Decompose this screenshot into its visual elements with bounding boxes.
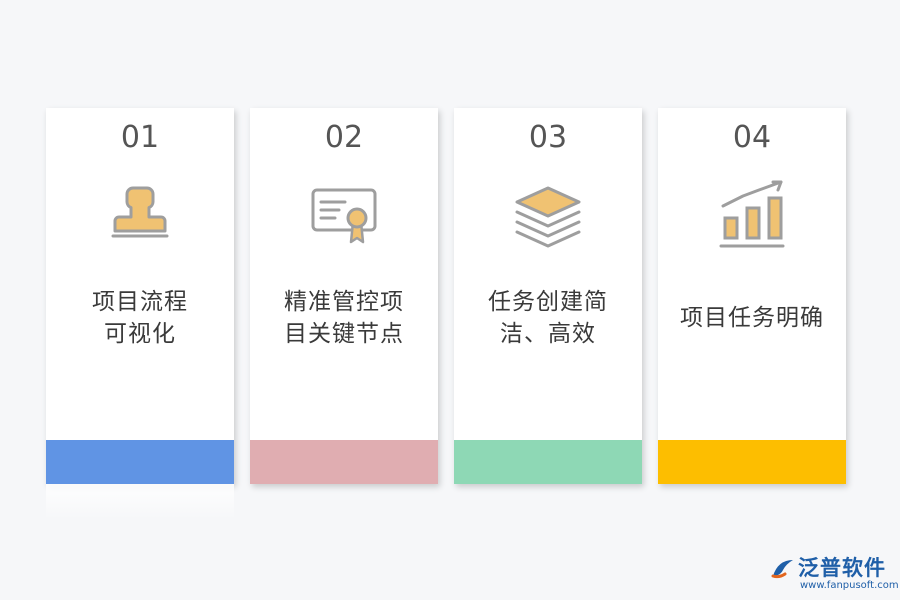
feature-card-3: 03 任务创建简 洁、高效 [454,108,642,484]
card-title-line-1: 精准管控项 [284,289,404,315]
card-title-line-2: 洁、高效 [500,321,596,347]
card-reflection [46,484,234,520]
card-title-line-1: 任务创建简 [488,289,608,315]
card-title-line-2: 目关键节点 [284,321,404,347]
logo-url: www.fanpusoft.com [800,580,899,591]
card-color-bar [454,440,642,484]
card-number: 03 [528,120,568,155]
card-color-bar [46,440,234,484]
card-color-bar [250,440,438,484]
card-title: 项目任务明确 [668,302,836,334]
card-number: 02 [324,120,364,155]
card-title: 项目流程 可视化 [56,286,224,350]
bar-chart-growth-icon [719,180,785,248]
card-title: 任务创建简 洁、高效 [464,286,632,350]
card-number: 01 [120,120,160,155]
stamp-icon [111,186,169,238]
card-title-line-1: 项目任务明确 [680,305,824,331]
feature-card-4: 04 项目任务明确 [658,108,846,484]
feature-card-2: 02 精准管控项 目关键节点 [250,108,438,484]
card-title-line-1: 项目流程 [92,289,188,315]
layers-icon [515,186,581,248]
card-title-line-2: 可视化 [104,321,176,347]
card-title: 精准管控项 目关键节点 [260,286,428,350]
brand-logo: 泛普软件 www.fanpusoft.com [770,550,899,598]
logo-name: 泛普软件 [798,556,886,580]
certificate-icon [311,188,377,244]
card-number: 04 [732,120,772,155]
feature-card-1: 01 项目流程 可视化 [46,108,234,484]
logo-mark-icon [771,560,793,579]
card-color-bar [658,440,846,484]
